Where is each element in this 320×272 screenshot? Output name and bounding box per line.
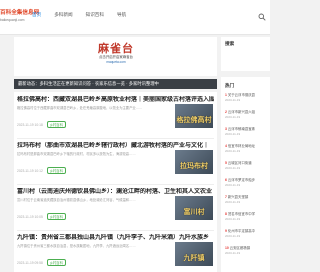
hot-rank: 4 [225,144,227,148]
top-navbar: 百科全集信息网 baikequanji.com 首页 多科新闻 知识百科 导航 [0,0,270,35]
divider [17,184,214,185]
article-thumbnail[interactable]: 格拉佛高村 [175,104,213,128]
article-title[interactable]: 富川村（云南迪庆州德钦县佛山乡）：澜沧江畔的村落、卫生和其人文农业 … [17,188,214,196]
article-thumbnail[interactable]: 拉玛布村 [175,150,213,174]
hot-rank: 2 [225,110,227,114]
article-date: 2023-11-19 10:05 [17,215,43,219]
article-item[interactable]: 格拉佛高村：西藏双湖县巴岭乡高原牧业村落｜美丽国家级古村落评选入围 格拉佛高村位… [14,96,217,136]
hot-rank: 10 [225,246,229,250]
hot-date: 2023-11-19 [225,234,241,238]
hot-date: 2023-11-19 [225,200,241,204]
hot-link[interactable]: 关于云浮市德庆县 [228,93,255,97]
article-meta: 2023-11-19 10:12 乡村百科 [17,167,66,174]
nav-item-guide[interactable]: 导航 [117,12,126,17]
banner-logo-text: 麻雀台 [98,43,134,55]
article-meta: 2023-11-19 10:18 乡村百科 [17,121,66,128]
nav-item-knowledge[interactable]: 知识百科 [86,12,104,17]
hot-link[interactable]: 信宜市林业局地址 [228,144,255,148]
hot-rank: 9 [225,229,227,233]
hot-date: 2023-11-19 [225,115,241,119]
article-item[interactable]: 九阡镇：贵州省三都县独山县九阡镇（九阡李子、九阡米酒）九阡水族乡 九阡镇位于贵州… [14,234,217,272]
logo-title: 百科全集信息网 [0,10,40,16]
thumbnail-caption: 格拉佛高村 [176,117,212,124]
hot-date: 2023-11-19 [225,149,241,153]
main-nav: 首页 多科新闻 知识百科 导航 [32,12,139,18]
hot-list-item[interactable]: 10云安区都杨镇 2023-11-19 [225,246,270,256]
article-excerpt: 富川村位于云南省迪庆藏族自治州德钦县佛山乡，地处澜沧江河谷，气候温和…… [17,198,136,202]
hot-list-item[interactable]: 5云城区河口街道 2023-11-19 [225,161,270,171]
article-title[interactable]: 格拉佛高村：西藏双湖县巴岭乡高原牧业村落｜美丽国家级古村落评选入围 [17,96,214,104]
article-item[interactable]: 富川村（云南迪庆州德钦县佛山乡）：澜沧江畔的村落、卫生和其人文农业 … 富川村位… [14,188,217,228]
hot-rank: 8 [225,212,227,216]
sidebar-search-title: 搜索 [225,41,235,46]
hot-link[interactable]: 新兴县天堂镇 [228,195,248,199]
hot-link[interactable]: 云浮市新兴县六祖 [228,110,255,114]
hot-date: 2023-11-19 [225,166,241,170]
hot-link[interactable]: 云浮市郁南县宝珠 [228,127,255,131]
article-date: 2023-11-19 10:12 [17,169,43,173]
article-date: 2023-11-19 09:58 [17,261,43,265]
article-meta: 2023-11-19 09:58 乡村百科 [17,259,66,266]
notice-bar[interactable]: 最新动态：多科生活正在更新知识问答 · 农家乐信息一览 · 多家时讯整理中 [14,79,217,89]
logo-subtitle: baikequanji.com [0,18,25,22]
nav-item-news[interactable]: 多科新闻 [54,12,72,17]
article-tag[interactable]: 乡村百科 [46,259,66,266]
hot-date: 2023-11-19 [225,251,241,255]
hot-link[interactable]: 云浮市罗定市船步 [228,178,255,182]
nav-item-home[interactable]: 首页 [32,12,41,17]
hot-list-item[interactable]: 9化州市平定镇高中 2023-11-19 [225,229,270,239]
hot-link[interactable]: 化州市平定镇高中 [228,229,255,233]
thumbnail-caption: 拉玛布村 [180,163,208,170]
hot-rank: 1 [225,93,227,97]
article-tag[interactable]: 乡村百科 [46,213,66,220]
divider [17,230,214,231]
article-thumbnail[interactable]: 富川村 [175,196,213,220]
thumbnail-caption: 九阡镇 [183,255,205,262]
hot-list-item[interactable]: 8茂名市信宜市中学 2023-11-19 [225,212,270,222]
hot-list-item[interactable]: 6云浮市罗定市船步 2023-11-19 [225,178,270,188]
article-tag[interactable]: 乡村百科 [46,121,66,128]
hot-date: 2023-11-19 [225,217,241,221]
sidebar-hot-title: 热门 [225,83,235,88]
hot-list-item[interactable]: 3云浮市郁南县宝珠 2023-11-19 [225,127,270,137]
hot-rank: 6 [225,178,227,182]
banner-logo: 麻雀台 点击开启开启家麻雀台 maqueta.com [98,43,134,70]
divider [17,138,214,139]
banner-ad[interactable]: 麻雀台 点击开启开启家麻雀台 maqueta.com [14,37,217,76]
hot-date: 2023-11-19 [225,132,241,136]
hot-list-item[interactable]: 1关于云浮市德庆县 2023-11-19 [225,93,270,103]
hot-link[interactable]: 云城区河口街道 [228,161,252,165]
search-icon[interactable] [258,13,266,21]
hot-link[interactable]: 云安区都杨镇 [230,246,250,250]
article-tag[interactable]: 乡村百科 [46,167,66,174]
article-title[interactable]: 九阡镇：贵州省三都县独山县九阡镇（九阡李子、九阡米酒）九阡水族乡 [17,234,214,242]
hot-list-item[interactable]: 2云浮市新兴县六祖 2023-11-19 [225,110,270,120]
hot-rank: 5 [225,161,227,165]
hot-list-item[interactable]: 4信宜市林业局地址 2023-11-19 [225,144,270,154]
hot-list-item[interactable]: 7新兴县天堂镇 2023-11-19 [225,195,270,205]
article-excerpt: 格拉佛高村位于西藏那曲市双湖县巴岭乡，处在羌塘高原腹地，以牧业为主要产业…… [17,106,143,110]
article-thumbnail[interactable]: 九阡镇 [175,242,213,266]
site-logo[interactable]: 百科全集信息网 baikequanji.com [0,9,40,25]
article-item[interactable]: 拉玛布村（那曲市双湖县巴岭乡辖行政村）藏北游牧村落的产业与文化｜ 拉玛布村是那曲… [14,142,217,182]
hot-link[interactable]: 茂名市信宜市中学 [228,212,255,216]
sidebar-hot-panel: 热门 1关于云浮市德庆县 2023-11-19 2云浮市新兴县六祖 2023-11-… [221,77,270,272]
thumbnail-caption: 富川村 [183,209,205,216]
article-title[interactable]: 拉玛布村（那曲市双湖县巴岭乡辖行政村）藏北游牧村落的产业与文化｜ [17,142,214,150]
hot-rank: 7 [225,195,227,199]
article-meta: 2023-11-19 10:05 乡村百科 [17,213,66,220]
article-excerpt: 拉玛布村是那曲市双湖县巴岭乡下辖的行政村，村民多以放牧为生，海拔较高…… [17,152,136,156]
hot-rank: 3 [225,127,227,131]
hot-date: 2023-11-19 [225,183,241,187]
article-date: 2023-11-19 10:18 [17,123,43,127]
banner-logo-domain: maqueta.com [106,60,126,64]
hot-date: 2023-11-19 [225,98,241,102]
article-list: 格拉佛高村：西藏双湖县巴岭乡高原牧业村落｜美丽国家级古村落评选入围 格拉佛高村位… [14,92,217,272]
sidebar-search-panel: 搜索 [221,37,270,71]
article-excerpt: 九阡镇位于贵州省三都水族自治县，是水族聚居地，九阡李、九阡酒远近闻名…… [17,244,136,248]
